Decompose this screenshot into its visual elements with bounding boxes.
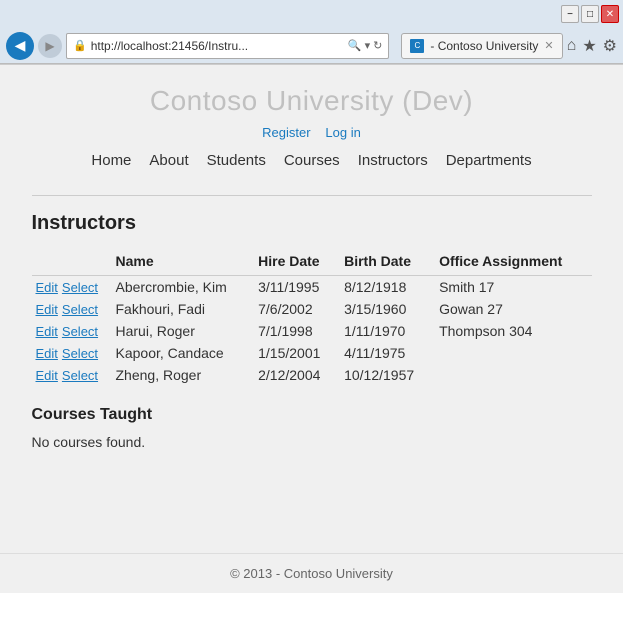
register-link[interactable]: Register bbox=[262, 125, 310, 140]
site-title: Contoso University (Dev) bbox=[32, 85, 592, 117]
favorites-icon[interactable]: ★ bbox=[582, 36, 596, 56]
select-link-2[interactable]: Select bbox=[62, 324, 98, 339]
table-row: Edit Select Abercrombie, Kim 3/11/1995 8… bbox=[32, 276, 592, 299]
address-bar-icons: 🔍 ▾ ↻ bbox=[348, 39, 382, 52]
select-link-0[interactable]: Select bbox=[62, 280, 98, 295]
nav-about[interactable]: About bbox=[149, 152, 188, 169]
toolbar-icons: ⌂ ★ ⚙ bbox=[567, 36, 617, 56]
col-name: Name bbox=[112, 249, 255, 276]
col-actions bbox=[32, 249, 112, 276]
table-header: Name Hire Date Birth Date Office Assignm… bbox=[32, 249, 592, 276]
header-row: Name Hire Date Birth Date Office Assignm… bbox=[32, 249, 592, 276]
auth-links: Register Log in bbox=[32, 125, 592, 140]
page-footer: © 2013 - Contoso University bbox=[0, 553, 623, 593]
table-row: Edit Select Kapoor, Candace 1/15/2001 4/… bbox=[32, 342, 592, 364]
hire-date-1: 7/6/2002 bbox=[254, 298, 340, 320]
forward-icon: ▶ bbox=[45, 39, 54, 53]
home-icon[interactable]: ⌂ bbox=[567, 37, 577, 55]
instructor-name-4: Zheng, Roger bbox=[112, 364, 255, 386]
header-divider bbox=[32, 195, 592, 196]
instructors-table: Name Hire Date Birth Date Office Assignm… bbox=[32, 249, 592, 386]
select-link-4[interactable]: Select bbox=[62, 368, 98, 383]
tab-favicon: C bbox=[410, 39, 424, 53]
url-icon: 🔒 bbox=[73, 39, 87, 52]
browser-chrome: − □ ✕ ◀ ▶ 🔒 🔍 ▾ ↻ C - Contoso University… bbox=[0, 0, 623, 65]
edit-link-0[interactable]: Edit bbox=[36, 280, 58, 295]
search-icon[interactable]: 🔍 bbox=[348, 39, 362, 52]
nav-students[interactable]: Students bbox=[207, 152, 266, 169]
table-row: Edit Select Zheng, Roger 2/12/2004 10/12… bbox=[32, 364, 592, 386]
row-actions: Edit Select bbox=[32, 276, 112, 299]
close-button[interactable]: ✕ bbox=[601, 5, 619, 23]
birth-date-2: 1/11/1970 bbox=[340, 320, 435, 342]
title-bar: − □ ✕ bbox=[0, 0, 623, 28]
office-0: Smith 17 bbox=[435, 276, 591, 299]
col-office: Office Assignment bbox=[435, 249, 591, 276]
hire-date-2: 7/1/1998 bbox=[254, 320, 340, 342]
tab-title: - Contoso University bbox=[430, 39, 538, 53]
instructor-name-3: Kapoor, Candace bbox=[112, 342, 255, 364]
tab-close-button[interactable]: ✕ bbox=[544, 39, 553, 52]
browser-tab[interactable]: C - Contoso University ✕ bbox=[401, 33, 562, 59]
page-heading: Instructors bbox=[32, 212, 592, 235]
instructor-name-2: Harui, Roger bbox=[112, 320, 255, 342]
nav-courses[interactable]: Courses bbox=[284, 152, 340, 169]
refresh-icon[interactable]: ↻ bbox=[373, 39, 382, 52]
col-hire-date: Hire Date bbox=[254, 249, 340, 276]
address-bar[interactable]: 🔒 🔍 ▾ ↻ bbox=[66, 33, 389, 59]
instructor-name-0: Abercrombie, Kim bbox=[112, 276, 255, 299]
nav-instructors[interactable]: Instructors bbox=[358, 152, 428, 169]
birth-date-4: 10/12/1957 bbox=[340, 364, 435, 386]
edit-link-1[interactable]: Edit bbox=[36, 302, 58, 317]
office-3 bbox=[435, 342, 591, 364]
url-input[interactable] bbox=[91, 39, 344, 53]
select-link-3[interactable]: Select bbox=[62, 346, 98, 361]
birth-date-1: 3/15/1960 bbox=[340, 298, 435, 320]
page-content: Contoso University (Dev) Register Log in… bbox=[0, 65, 623, 593]
settings-icon[interactable]: ⚙ bbox=[603, 36, 617, 56]
nav-departments[interactable]: Departments bbox=[446, 152, 532, 169]
hire-date-0: 3/11/1995 bbox=[254, 276, 340, 299]
back-icon: ◀ bbox=[15, 37, 26, 54]
edit-link-3[interactable]: Edit bbox=[36, 346, 58, 361]
col-birth-date: Birth Date bbox=[340, 249, 435, 276]
birth-date-0: 8/12/1918 bbox=[340, 276, 435, 299]
login-link[interactable]: Log in bbox=[325, 125, 360, 140]
maximize-button[interactable]: □ bbox=[581, 5, 599, 23]
footer-text: © 2013 - Contoso University bbox=[230, 566, 393, 581]
row-actions: Edit Select bbox=[32, 342, 112, 364]
office-2: Thompson 304 bbox=[435, 320, 591, 342]
table-row: Edit Select Harui, Roger 7/1/1998 1/11/1… bbox=[32, 320, 592, 342]
row-actions: Edit Select bbox=[32, 320, 112, 342]
select-link-1[interactable]: Select bbox=[62, 302, 98, 317]
forward-button[interactable]: ▶ bbox=[38, 34, 62, 58]
edit-link-2[interactable]: Edit bbox=[36, 324, 58, 339]
page-inner: Contoso University (Dev) Register Log in… bbox=[12, 65, 612, 553]
minimize-button[interactable]: − bbox=[561, 5, 579, 23]
birth-date-3: 4/11/1975 bbox=[340, 342, 435, 364]
dropdown-icon[interactable]: ▾ bbox=[365, 39, 371, 52]
office-1: Gowan 27 bbox=[435, 298, 591, 320]
row-actions: Edit Select bbox=[32, 298, 112, 320]
nav-home[interactable]: Home bbox=[91, 152, 131, 169]
edit-link-4[interactable]: Edit bbox=[36, 368, 58, 383]
instructor-name-1: Fakhouri, Fadi bbox=[112, 298, 255, 320]
table-body: Edit Select Abercrombie, Kim 3/11/1995 8… bbox=[32, 276, 592, 387]
hire-date-4: 2/12/2004 bbox=[254, 364, 340, 386]
table-row: Edit Select Fakhouri, Fadi 7/6/2002 3/15… bbox=[32, 298, 592, 320]
courses-section-header: Courses Taught bbox=[32, 406, 592, 424]
row-actions: Edit Select bbox=[32, 364, 112, 386]
back-button[interactable]: ◀ bbox=[6, 32, 34, 60]
office-4 bbox=[435, 364, 591, 386]
nav-bar: ◀ ▶ 🔒 🔍 ▾ ↻ C - Contoso University ✕ ⌂ ★… bbox=[0, 28, 623, 64]
main-nav: Home About Students Courses Instructors … bbox=[32, 152, 592, 175]
hire-date-3: 1/15/2001 bbox=[254, 342, 340, 364]
no-courses-message: No courses found. bbox=[32, 434, 592, 450]
